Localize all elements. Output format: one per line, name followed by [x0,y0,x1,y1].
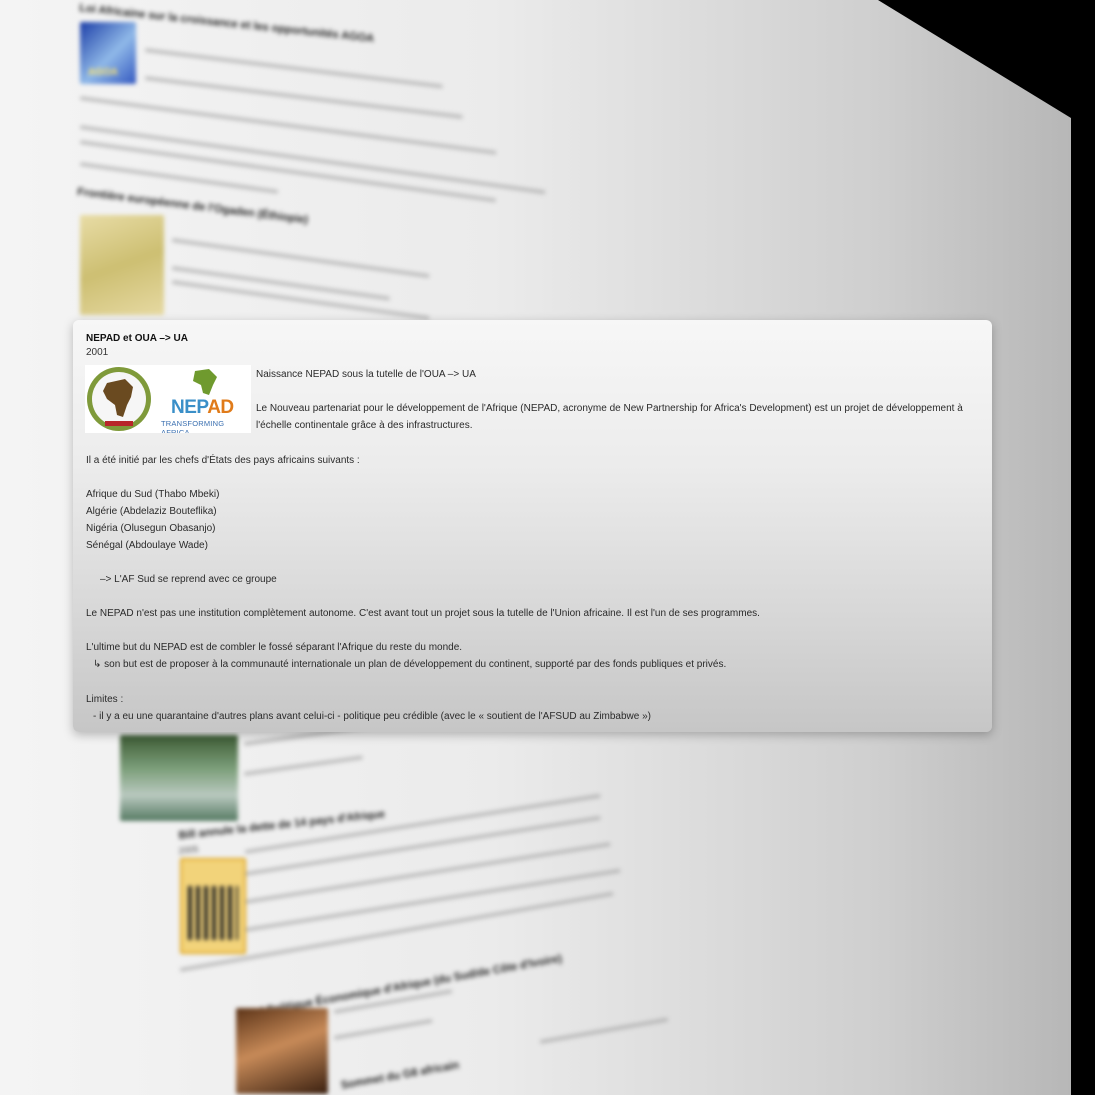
summit-photo-thumbnail [120,735,238,821]
card-line: Il a été initié par les chefs d'États de… [86,455,360,466]
card-line: Naissance NEPAD sous la tutelle de l'OUA… [256,369,476,380]
list-item: Algérie (Abdelaziz Bouteflika) [86,506,217,517]
nepad-tagline: TRANSFORMING AFRICA [161,419,225,433]
portrait-thumbnail [236,1008,328,1094]
list-item: Sénégal (Abdoulaye Wade) [86,540,208,551]
card-line: Limites : [86,694,124,705]
nepad-wordmark: NEPAD [171,397,234,418]
timeline-card-nepad[interactable]: NEPAD et OUA –> UA 2001 NEPAD TRANSFORMI… [73,320,992,732]
page-surface: Loi Africaine sur la croissance et les o… [0,0,1071,1095]
list-item: Afrique du Sud (Thabo Mbeki) [86,489,220,500]
ethiopia-map-thumbnail [80,215,164,315]
card-line: L'ultime but du NEPAD est de combler le … [86,642,463,653]
list-item: Nigéria (Olusegun Obasanjo) [86,523,216,534]
card-line: Le Nouveau partenariat pour le développe… [256,403,963,414]
agoa-thumbnail: AGOA [80,22,136,84]
card-line: ↳ son but est de proposer à la communaut… [93,659,727,670]
nepad-logo-image: NEPAD TRANSFORMING AFRICA [85,365,251,433]
card-title: NEPAD et OUA –> UA [86,333,188,344]
card-year: 2001 [86,347,109,358]
card-line: - il y a eu une quarantaine d'autres pla… [93,711,652,722]
card-line: Le NEPAD n'est pas une institution compl… [86,608,760,619]
card-line: –> L'AF Sud se reprend avec ce groupe [100,574,277,585]
card-line: l'échelle continentale grâce à des infra… [256,420,473,431]
debt-chart-thumbnail [180,858,246,954]
timeline-item-title: Sommet du G8 africain [340,1059,461,1092]
